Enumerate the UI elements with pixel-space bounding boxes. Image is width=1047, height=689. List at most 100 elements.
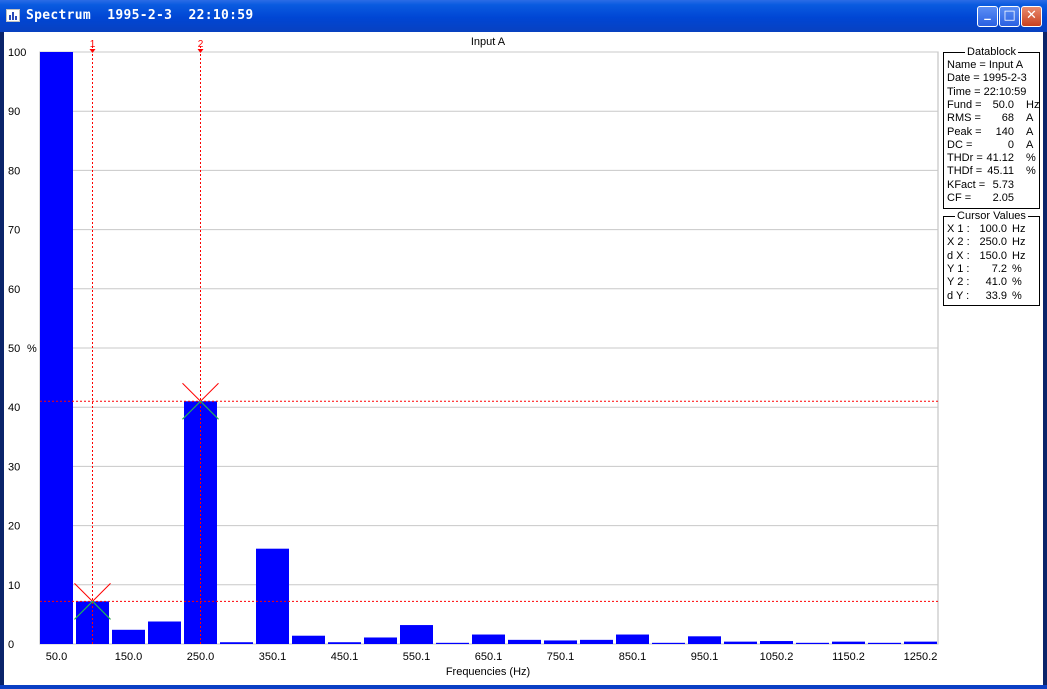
minimize-button[interactable]: _ bbox=[977, 6, 998, 27]
cursor-label: 2 bbox=[198, 39, 204, 50]
spectrum-bar bbox=[832, 641, 865, 644]
cursor-values-unit: % bbox=[1012, 289, 1022, 302]
spectrum-bar bbox=[688, 636, 721, 644]
datablock-value: 45.11 bbox=[987, 165, 1014, 178]
y-tick-label: 10 bbox=[8, 580, 20, 592]
datablock-value: 140 bbox=[995, 125, 1014, 138]
cursor-values-row: Y 2 : 41.0% bbox=[947, 276, 1036, 289]
cursor-values-value: 33.9 bbox=[985, 289, 1007, 302]
y-tick-label: 30 bbox=[8, 461, 20, 473]
cursor-values-row: d Y : 33.9% bbox=[947, 290, 1036, 303]
cursor-values-row: Y 1 : 7.2% bbox=[947, 263, 1036, 276]
spectrum-bar bbox=[544, 640, 577, 644]
client-area: 0 10 20 30 40 50 60 70 80 90 100 50.0 150.0 250.0 350.… bbox=[4, 32, 1043, 685]
datablock-key: DC = bbox=[947, 138, 973, 151]
datablock-row: Fund = 50.0 Hz bbox=[947, 98, 1040, 112]
datablock-row: Peak = 140 A bbox=[947, 126, 1036, 139]
cursor-values-unit: % bbox=[1012, 276, 1022, 289]
spectrum-bar bbox=[760, 641, 793, 644]
close-button[interactable]: ✕ bbox=[1021, 6, 1042, 27]
datablock-unit: A bbox=[1026, 125, 1034, 138]
datablock-row: Date = 1995-2-3 bbox=[947, 72, 1036, 85]
app-icon[interactable] bbox=[6, 9, 20, 22]
x-tick-label: 250.0 bbox=[187, 651, 215, 663]
datablock-value: 50.0 bbox=[992, 98, 1014, 111]
x-tick-label: 450.1 bbox=[331, 651, 359, 663]
datablock-unit: % bbox=[1026, 165, 1036, 178]
x-tick-label: 150.0 bbox=[115, 651, 143, 663]
spectrum-bar bbox=[868, 642, 901, 644]
y-tick-label: 60 bbox=[8, 284, 20, 296]
cursor-values-value: 250.0 bbox=[979, 236, 1007, 249]
cursor-values-unit: Hz bbox=[1012, 236, 1026, 249]
y-tick-label: 20 bbox=[8, 521, 20, 533]
spectrum-bar bbox=[472, 634, 505, 644]
y-tick-label: 50 bbox=[8, 343, 20, 355]
datablock-key: Fund = bbox=[947, 98, 982, 111]
datablock-row: THDf = 45.11% bbox=[947, 165, 1036, 178]
spectrum-bar bbox=[436, 642, 469, 644]
x-tick-label: 550.1 bbox=[403, 651, 431, 663]
cursor-values-value: 150.0 bbox=[979, 249, 1007, 262]
datablock-value: 41.12 bbox=[986, 152, 1014, 165]
spectrum-bar bbox=[616, 634, 649, 644]
cursor-values-unit: Hz bbox=[1012, 223, 1026, 235]
x-tick-label: 350.1 bbox=[259, 651, 287, 663]
datablock-value: 68 bbox=[1001, 112, 1014, 125]
datablock-key: Date = 1995-2-3 bbox=[947, 72, 1027, 85]
spectrum-bar bbox=[112, 629, 145, 644]
spectrum-bar bbox=[724, 641, 757, 644]
x-tick-label: 1050.2 bbox=[760, 651, 794, 663]
spectrum-bar bbox=[364, 637, 397, 644]
cursor-values-panel: Cursor Values X 1 :100.0 Hz X 2 :250.0 Hz d … bbox=[943, 210, 1040, 306]
datablock-row: DC = 0 A bbox=[947, 139, 1036, 152]
spectrum-bar bbox=[220, 642, 253, 644]
datablock-key: RMS = bbox=[947, 112, 981, 125]
title-bar[interactable]: Spectrum 1995-2-3 22:10:59 _ □ ✕ bbox=[0, 0, 1047, 32]
spectrum-chart[interactable]: 0 10 20 30 40 50 60 70 80 90 100 50.0 150.0 250.0 350.… bbox=[4, 32, 942, 685]
cursor-values-value: 100.0 bbox=[979, 223, 1007, 235]
spectrum-bar bbox=[148, 621, 181, 644]
cursor-values-key: Y 1 : bbox=[947, 262, 970, 275]
datablock-row: CF = 2.05 bbox=[947, 192, 1036, 205]
cursor-values-row: X 2 : 250.0 Hz bbox=[947, 236, 1036, 249]
cursor-values-key: d Y : bbox=[947, 289, 970, 302]
y-axis-unit: % bbox=[27, 343, 37, 355]
spectrum-bar bbox=[328, 642, 361, 644]
spectrum-bar bbox=[508, 639, 541, 644]
close-icon: ✕ bbox=[1026, 8, 1037, 23]
x-tick-label: 750.1 bbox=[547, 651, 575, 663]
cursor-values-row: d X : 150.0 Hz bbox=[947, 250, 1036, 263]
cursor-values-value: 41.0 bbox=[985, 276, 1007, 289]
datablock-row: KFact = 5.73 bbox=[947, 179, 1036, 192]
x-tick-label: 1150.2 bbox=[832, 651, 865, 663]
minimize-icon: _ bbox=[984, 6, 991, 21]
datablock-value: 2.05 bbox=[992, 192, 1014, 204]
y-tick-label: 70 bbox=[8, 225, 20, 237]
datablock-row: Name = Input A bbox=[947, 59, 1036, 72]
y-tick-label: 40 bbox=[8, 402, 20, 414]
window-bottom-border bbox=[0, 685, 1047, 689]
x-tick-label: 1250.2 bbox=[904, 651, 938, 663]
datablock-key: THDf = bbox=[947, 165, 983, 178]
datablock-key: CF = bbox=[947, 192, 972, 204]
datablock-row: THDr = 41.12% bbox=[947, 152, 1036, 165]
cursor-values-key: X 1 : bbox=[947, 223, 970, 235]
x-axis-label: Frequencies (Hz) bbox=[446, 666, 530, 678]
datablock-key: KFact = bbox=[947, 178, 986, 191]
cursor-values-key: Y 2 : bbox=[947, 276, 970, 289]
x-tick-label: 850.1 bbox=[619, 651, 647, 663]
datablock-unit: A bbox=[1026, 112, 1034, 125]
spectrum-window: Spectrum 1995-2-3 22:10:59 _ □ ✕ 0 10 20 30… bbox=[0, 0, 1047, 689]
maximize-button[interactable]: □ bbox=[999, 6, 1020, 27]
spectrum-bar bbox=[400, 625, 433, 644]
maximize-icon: □ bbox=[1003, 8, 1016, 23]
spectrum-bar bbox=[292, 635, 325, 644]
spectrum-bar bbox=[40, 52, 73, 644]
cursor-values-key: X 2 : bbox=[947, 236, 970, 249]
datablock-row: RMS = 68 A bbox=[947, 112, 1036, 125]
datablock-title: Datablock bbox=[965, 46, 1018, 58]
x-tick-label: 650.1 bbox=[475, 651, 503, 663]
spectrum-bar bbox=[904, 641, 937, 644]
datablock-unit: Hz bbox=[1026, 98, 1040, 111]
